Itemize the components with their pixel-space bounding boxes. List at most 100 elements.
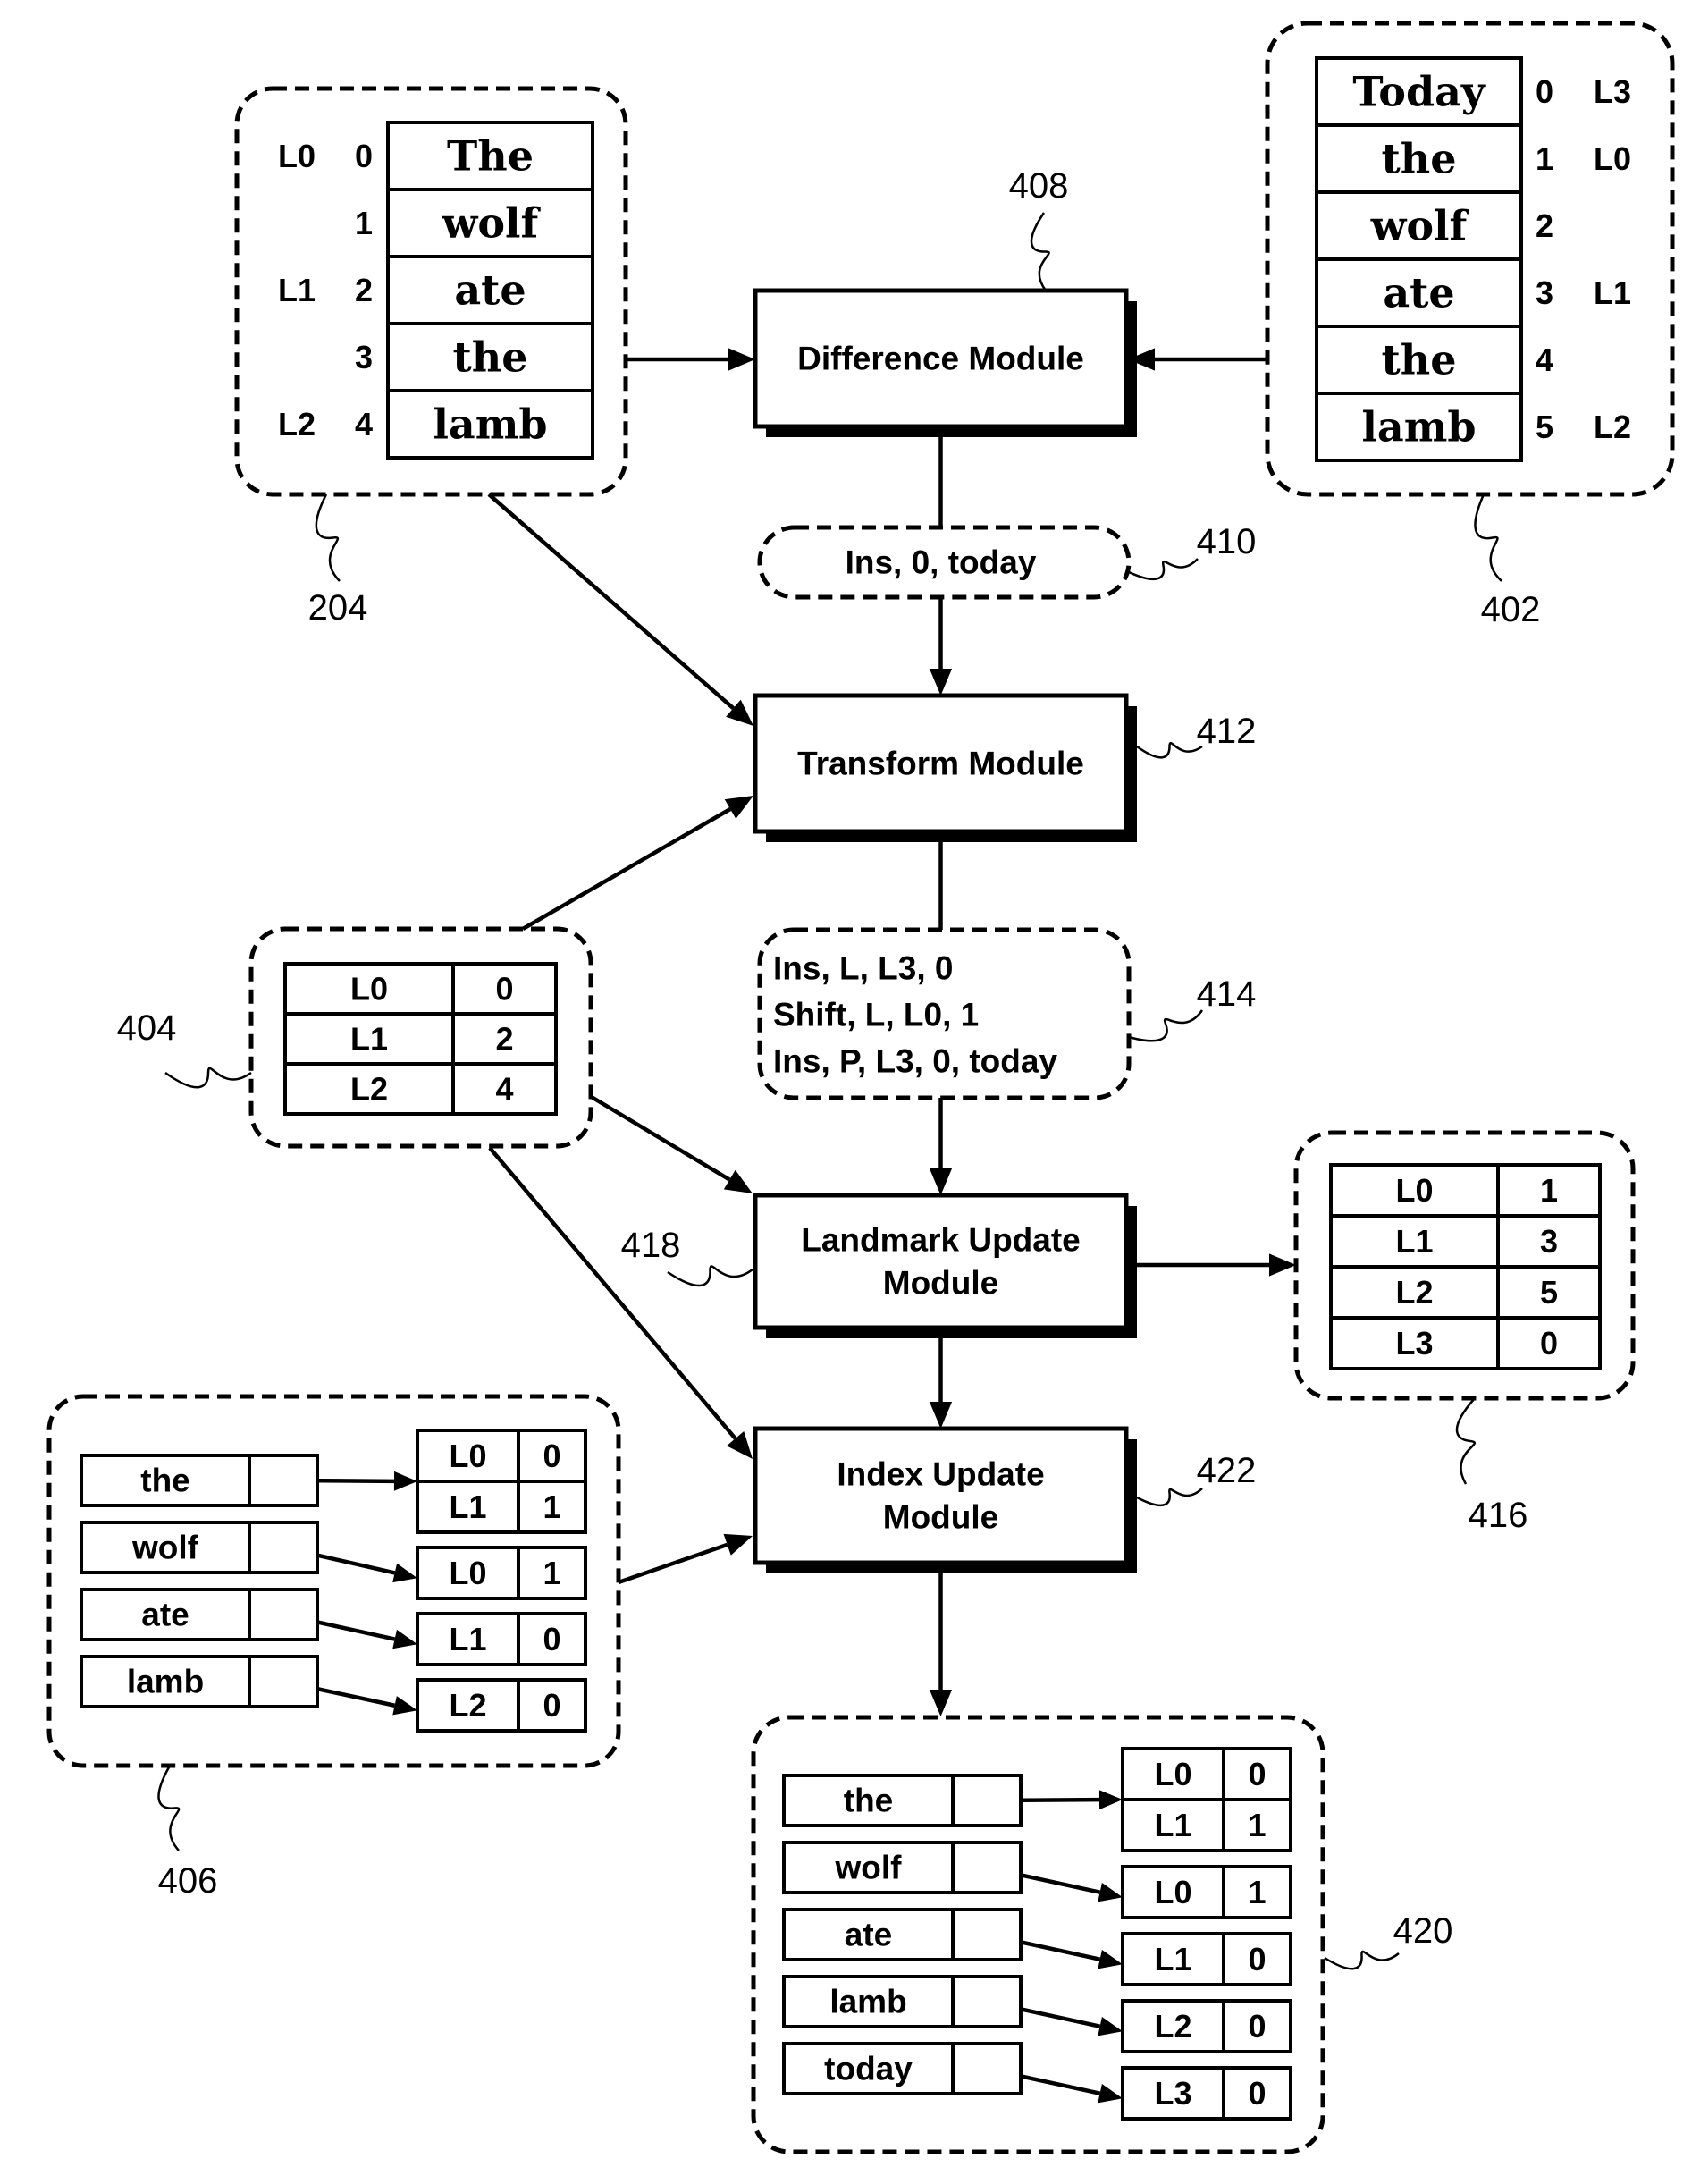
original-word: wolf bbox=[442, 199, 542, 248]
landmark-after-name: L0 bbox=[1395, 1172, 1433, 1209]
index-after-pointer-cell bbox=[951, 1841, 1023, 1894]
modified-index: 3 bbox=[1536, 274, 1553, 311]
landmark-before-name: L0 bbox=[350, 971, 388, 1008]
arrow-404-to-landmark-update-shaft bbox=[588, 1094, 731, 1182]
index-before-posting-offset: 0 bbox=[543, 1621, 560, 1657]
index-before-word: ate bbox=[141, 1597, 189, 1633]
transform-output-line: Ins, P, L3, 0, today bbox=[773, 1043, 1057, 1080]
original-index: 2 bbox=[355, 272, 373, 308]
index_update-module-box bbox=[753, 1426, 1129, 1565]
index-before-pointer-arrow-head bbox=[392, 1629, 417, 1649]
arrow-402-to-difference bbox=[1128, 348, 1267, 371]
index-before-pointer-cell bbox=[248, 1655, 319, 1708]
ref-label-422: 422 bbox=[1197, 1451, 1257, 1490]
original-index: 3 bbox=[355, 339, 373, 375]
index-after-word: ate bbox=[845, 1917, 892, 1953]
arrow-landmark-update-to-416-head bbox=[1269, 1253, 1296, 1277]
original-landmark: L1 bbox=[278, 272, 316, 308]
modified-word: the bbox=[1382, 135, 1457, 183]
ref-410-leader bbox=[1128, 558, 1199, 581]
modified-landmark: L1 bbox=[1594, 274, 1631, 311]
index-after-posting-offset: 1 bbox=[1248, 1807, 1266, 1843]
ref-label-406: 406 bbox=[158, 1861, 218, 1901]
index-after-posting-offset: 0 bbox=[1248, 2008, 1266, 2045]
modified-word: wolf bbox=[1370, 202, 1470, 250]
ref-label-416: 416 bbox=[1469, 1496, 1528, 1535]
ref-label-410: 410 bbox=[1197, 522, 1257, 561]
transform-output-line: Shift, L, L0, 1 bbox=[773, 997, 979, 1033]
original-index: 0 bbox=[355, 138, 373, 174]
index-before-posting-offset: 0 bbox=[543, 1438, 560, 1474]
modified-index: 0 bbox=[1536, 73, 1553, 110]
landmark-before-name: L1 bbox=[350, 1021, 388, 1058]
index-before-posting-landmark: L1 bbox=[449, 1621, 486, 1657]
ref-414-leader bbox=[1128, 1009, 1204, 1042]
arrow-204-to-transform bbox=[487, 493, 753, 726]
arrow-204-to-difference-head bbox=[728, 348, 755, 371]
arrow-404-to-landmark-update-head bbox=[723, 1169, 753, 1193]
arrow-410-to-transform-head bbox=[929, 669, 953, 696]
modified-index: 5 bbox=[1536, 409, 1553, 445]
modified-index: 2 bbox=[1536, 207, 1553, 244]
arrow-406-to-index-update bbox=[618, 1533, 753, 1585]
ref-label-420: 420 bbox=[1393, 1911, 1453, 1951]
landmark-before-name: L2 bbox=[350, 1071, 388, 1108]
difference-output-text: Ins, 0, today bbox=[846, 544, 1037, 581]
arrow-406-to-index-update-head bbox=[723, 1533, 753, 1556]
index-before-pointer-arrow-head bbox=[392, 1563, 417, 1583]
modified-word: ate bbox=[1383, 269, 1454, 317]
original-index: 1 bbox=[355, 205, 373, 241]
modified-landmark: L0 bbox=[1594, 140, 1631, 177]
index-before-word: wolf bbox=[131, 1530, 199, 1566]
ref-label-414: 414 bbox=[1197, 974, 1257, 1014]
original-word: ate bbox=[454, 266, 526, 315]
index-before-posting-offset: 1 bbox=[543, 1488, 560, 1525]
arrow-index-update-to-420 bbox=[929, 1573, 953, 1716]
index-after-word: today bbox=[824, 2051, 913, 2087]
landmark-after-name: L3 bbox=[1395, 1325, 1433, 1362]
arrow-406-to-index-update-shaft bbox=[618, 1542, 728, 1585]
index-after-pointer-arrow-head bbox=[1098, 2016, 1123, 2036]
ref-420-leader bbox=[1324, 1950, 1400, 1970]
index-after-pointer-arrow-head bbox=[1098, 1949, 1123, 1969]
landmark-after-name: L2 bbox=[1395, 1274, 1433, 1311]
index-after-posting-offset: 1 bbox=[1248, 1874, 1266, 1910]
transform-output-line: Ins, L, L3, 0 bbox=[773, 950, 954, 987]
index_update-module-label: Index Update bbox=[837, 1456, 1044, 1493]
landmark-after-value: 3 bbox=[1540, 1223, 1558, 1260]
index-after-posting-landmark: L1 bbox=[1154, 1807, 1191, 1843]
index-before-pointer-cell bbox=[248, 1588, 319, 1641]
ref-label-404: 404 bbox=[117, 1008, 177, 1048]
index-before-posting-landmark: L1 bbox=[449, 1488, 486, 1525]
arrow-landmark-update-to-index-update bbox=[929, 1338, 953, 1429]
index-before-pointer-arrow-head bbox=[392, 1696, 417, 1716]
arrow-404-to-transform-head bbox=[724, 796, 753, 819]
modified-word: the bbox=[1382, 336, 1457, 384]
arrow-204-to-transform-shaft bbox=[487, 493, 735, 710]
landmark_update-module-label: Landmark Update bbox=[801, 1222, 1081, 1259]
index-before-posting-landmark: L2 bbox=[449, 1687, 486, 1724]
index-before-word: lamb bbox=[127, 1664, 204, 1700]
arrow-404-to-index-update-shaft bbox=[488, 1146, 737, 1440]
ref-402-leader bbox=[1474, 493, 1502, 582]
landmark-before-value: 2 bbox=[495, 1021, 513, 1058]
landmark-before-value: 0 bbox=[495, 971, 513, 1008]
original-word: The bbox=[447, 132, 534, 181]
ref-404-leader bbox=[164, 1067, 252, 1089]
arrow-index-update-to-420-head bbox=[929, 1690, 953, 1716]
index-after-posting-landmark: L0 bbox=[1154, 1756, 1191, 1792]
modified-landmark: L2 bbox=[1594, 409, 1631, 445]
arrow-410-to-transform bbox=[929, 597, 953, 696]
arrow-404-to-landmark-update bbox=[588, 1094, 753, 1193]
index-before-pointer-cell bbox=[248, 1521, 319, 1574]
landmark-after-name: L1 bbox=[1395, 1223, 1433, 1260]
index-after-pointer-cell bbox=[951, 1774, 1023, 1827]
original-index: 4 bbox=[355, 406, 373, 443]
ref-408-leader bbox=[1030, 212, 1050, 291]
landmark_update-module-box bbox=[753, 1193, 1129, 1330]
index-after-pointer-cell bbox=[951, 2042, 1023, 2095]
index-before-word: the bbox=[140, 1463, 190, 1499]
original-landmark: L2 bbox=[278, 406, 316, 443]
index-after-posting-offset: 0 bbox=[1248, 1941, 1266, 1977]
ref-204-leader bbox=[315, 493, 341, 582]
